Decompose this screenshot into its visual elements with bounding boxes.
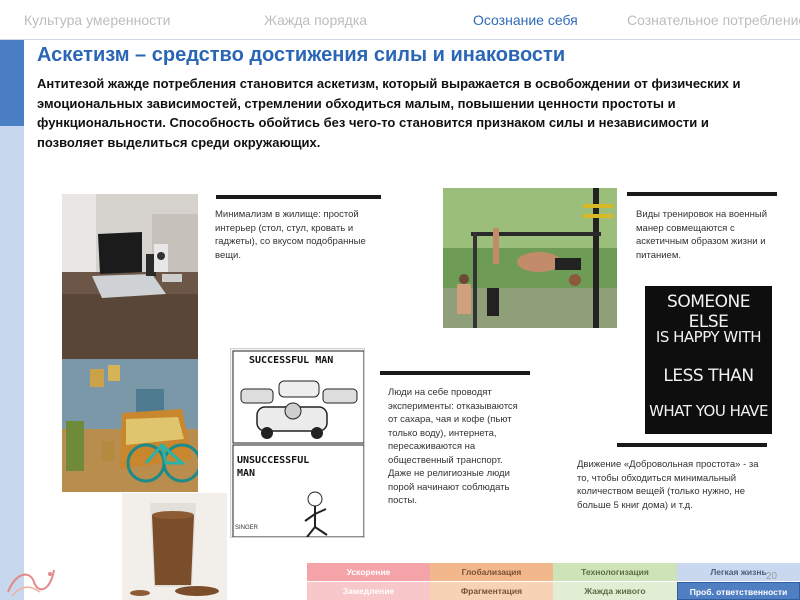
tag-easy-life[interactable]: Легкая жизнь — [677, 563, 800, 581]
workout-photo — [443, 188, 617, 328]
page-title: Аскетизм – средство достижения силы и ин… — [37, 44, 566, 66]
left-accent-bar — [0, 40, 24, 126]
bedroom-painting-illustration — [62, 359, 198, 492]
tag-responsibility[interactable]: Проб. ответственности — [677, 582, 800, 600]
top-navigation: Культура умеренности Жажда порядка Осозн… — [0, 0, 800, 40]
tab-self-awareness[interactable]: Осознание себя — [473, 12, 578, 28]
someone-else-happy-poster: SOMEONE ELSE IS HAPPY WITH LESS THAN WHA… — [645, 286, 772, 434]
poster-line-1: SOMEONE ELSE — [667, 292, 750, 332]
logo-swirl-graphic — [7, 569, 55, 597]
tab-conscious-consumption[interactable]: Сознательное потребление — [627, 12, 800, 28]
caption-divider-simplicity — [617, 443, 767, 447]
successful-man-comic: SUCCESSFUL MAN UNSUCCESSFUL MAN SINGER — [230, 348, 365, 538]
intro-paragraph: Антитезой жажде потребления становится а… — [37, 76, 741, 150]
tag-thirst-for-living[interactable]: Жажда живого — [553, 582, 677, 600]
caption-divider-experiments — [380, 371, 530, 375]
caption-experiments: Люди на себе проводят эксперименты: отка… — [388, 387, 518, 506]
buckwheat-glass-illustration — [122, 493, 227, 600]
tag-fragmentation[interactable]: Фрагментация — [430, 582, 553, 600]
laptop-desk-photo — [62, 194, 198, 359]
tab-thirst-for-order[interactable]: Жажда порядка — [264, 12, 367, 28]
caption-divider-minimalism — [216, 195, 381, 199]
left-side-panel — [0, 126, 24, 600]
comic-illustration — [232, 350, 364, 537]
caption-simplicity: Движение «Добровольная простота» - за то… — [577, 459, 759, 511]
poster-line-4: WHAT YOU HAVE — [649, 402, 768, 420]
workout-illustration — [443, 188, 617, 328]
caption-divider-training — [627, 192, 777, 196]
nav-divider — [0, 39, 800, 40]
comic-bottom-label-1: UNSUCCESSFUL — [237, 455, 310, 466]
comic-top-label: SUCCESSFUL MAN — [249, 355, 334, 366]
tag-acceleration[interactable]: Ускорение — [307, 563, 430, 581]
comic-signature: SINGER — [235, 525, 259, 531]
poster-line-2: IS HAPPY WITH — [655, 328, 762, 346]
bedroom-painting-photo — [62, 359, 198, 492]
buckwheat-glass-photo — [122, 493, 227, 600]
poster-line-3: LESS THAN — [663, 366, 754, 386]
page-number: 20 — [766, 571, 778, 582]
tag-slowing[interactable]: Замедление — [307, 582, 430, 600]
comic-bottom-label-2: MAN — [237, 468, 256, 479]
caption-minimalism: Минимализм в жилище: простой интерьер (с… — [215, 209, 366, 261]
tag-globalization[interactable]: Глобализация — [430, 563, 553, 581]
laptop-desk-illustration — [62, 194, 198, 359]
tab-moderation-culture[interactable]: Культура умеренности — [24, 12, 170, 28]
tag-technologization[interactable]: Технологизация — [553, 563, 677, 581]
logo-swirl — [4, 562, 58, 598]
caption-training: Виды тренировок на военный манер совмеща… — [636, 209, 768, 261]
trend-tags: Ускорение Глобализация Технологизация Ле… — [307, 563, 800, 600]
